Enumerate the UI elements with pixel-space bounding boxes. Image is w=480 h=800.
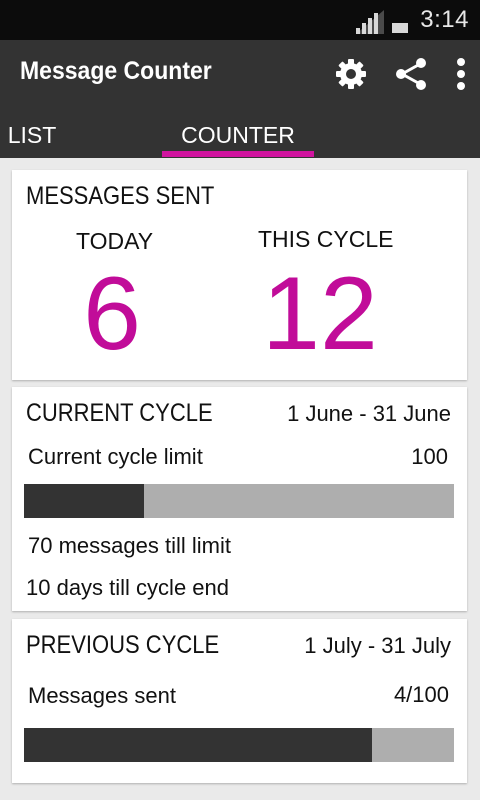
status-time: 3:14 <box>420 6 469 33</box>
days-till-cycle-end: 10 days till cycle end <box>26 575 229 600</box>
this-cycle-label: THIS CYCLE <box>258 226 394 252</box>
previous-cycle-progress-bar <box>24 728 454 762</box>
current-cycle-title: CURRENT CYCLE <box>26 399 213 427</box>
gear-icon[interactable] <box>333 56 369 92</box>
messages-sent-card: MESSAGES SENT TODAY THIS CYCLE 6 12 <box>12 170 467 380</box>
messages-sent-value: 4/100 <box>393 682 449 707</box>
overflow-menu-icon[interactable] <box>447 56 475 92</box>
previous-cycle-title: PREVIOUS CYCLE <box>26 631 220 659</box>
today-label: TODAY <box>76 228 154 254</box>
this-cycle-count: 12 <box>262 256 378 372</box>
share-icon[interactable] <box>393 56 429 92</box>
current-cycle-limit-value: 100 <box>411 444 448 469</box>
previous-cycle-card: PREVIOUS CYCLE 1 July - 31 July Messages… <box>12 619 467 783</box>
signal-icon <box>356 10 384 34</box>
tab-list[interactable]: LIST <box>0 108 64 158</box>
messages-till-limit: 70 messages till limit <box>28 533 231 558</box>
tab-selected-indicator <box>162 151 314 157</box>
current-cycle-card: CURRENT CYCLE 1 June - 31 June Current c… <box>12 387 467 611</box>
messages-sent-label: Messages sent <box>28 683 176 708</box>
battery-icon <box>392 23 408 33</box>
current-cycle-progress-fill <box>24 484 145 518</box>
current-cycle-progress-bar <box>24 484 454 518</box>
status-bar: 3:14 <box>0 0 480 40</box>
messages-sent-title: MESSAGES SENT <box>26 182 215 210</box>
current-cycle-limit-label: Current cycle limit <box>28 444 203 469</box>
previous-cycle-dates: 1 July - 31 July <box>304 633 451 658</box>
app-bar: Message Counter <box>0 40 480 108</box>
app-title: Message Counter <box>20 57 212 85</box>
previous-cycle-progress-fill <box>24 728 373 762</box>
today-count: 6 <box>83 256 141 372</box>
current-cycle-dates: 1 June - 31 June <box>287 401 451 426</box>
